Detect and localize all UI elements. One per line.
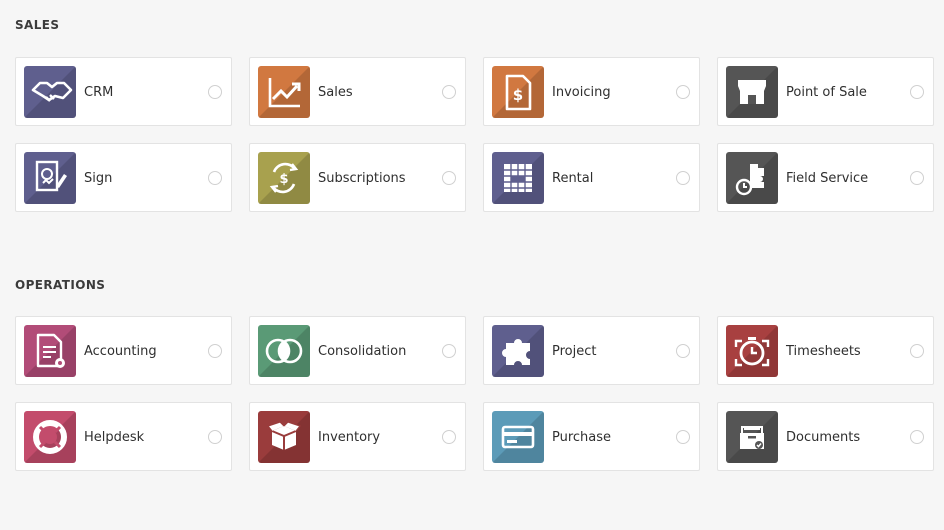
select-radio[interactable] xyxy=(442,171,456,185)
app-card-project[interactable]: Project xyxy=(483,316,700,385)
app-card-point-of-sale[interactable]: Point of Sale xyxy=(717,57,934,126)
app-card-helpdesk[interactable]: Helpdesk xyxy=(15,402,232,471)
app-label: Sales xyxy=(318,85,353,100)
app-label: Rental xyxy=(552,171,594,186)
select-radio[interactable] xyxy=(442,85,456,99)
app-card-accounting[interactable]: Accounting xyxy=(15,316,232,385)
handshake-icon xyxy=(24,66,76,118)
app-label: Helpdesk xyxy=(84,430,145,445)
box-icon xyxy=(258,411,310,463)
app-label: Documents xyxy=(786,430,861,445)
app-label: Subscriptions xyxy=(318,171,406,186)
select-radio[interactable] xyxy=(676,85,690,99)
app-card-documents[interactable]: Documents xyxy=(717,402,934,471)
select-radio[interactable] xyxy=(910,344,924,358)
select-radio[interactable] xyxy=(208,430,222,444)
rental-grid-icon xyxy=(492,152,544,204)
puzzle-icon xyxy=(492,325,544,377)
app-card-sign[interactable]: Sign xyxy=(15,143,232,212)
select-radio[interactable] xyxy=(910,430,924,444)
field-service-icon xyxy=(726,152,778,204)
app-label: Field Service xyxy=(786,171,869,186)
stopwatch-icon xyxy=(726,325,778,377)
svg-text:$: $ xyxy=(513,86,523,104)
app-label: Consolidation xyxy=(318,344,407,359)
select-radio[interactable] xyxy=(910,171,924,185)
app-card-timesheets[interactable]: Timesheets xyxy=(717,316,934,385)
document-tray-icon xyxy=(726,411,778,463)
trend-chart-icon xyxy=(258,66,310,118)
app-card-inventory[interactable]: Inventory xyxy=(249,402,466,471)
app-label: Invoicing xyxy=(552,85,611,100)
select-radio[interactable] xyxy=(208,344,222,358)
app-label: CRM xyxy=(84,85,114,100)
app-card-consolidation[interactable]: Consolidation xyxy=(249,316,466,385)
credit-card-icon xyxy=(492,411,544,463)
svg-text:$: $ xyxy=(279,172,288,187)
app-label: Point of Sale xyxy=(786,85,867,100)
select-radio[interactable] xyxy=(910,85,924,99)
app-label: Inventory xyxy=(318,430,381,445)
app-card-purchase[interactable]: Purchase xyxy=(483,402,700,471)
store-icon xyxy=(726,66,778,118)
select-radio[interactable] xyxy=(208,85,222,99)
select-radio[interactable] xyxy=(676,171,690,185)
select-radio[interactable] xyxy=(208,171,222,185)
app-card-field-service[interactable]: Field Service xyxy=(717,143,934,212)
app-label: Sign xyxy=(84,171,113,186)
app-card-rental[interactable]: Rental xyxy=(483,143,700,212)
select-radio[interactable] xyxy=(442,344,456,358)
select-radio[interactable] xyxy=(676,430,690,444)
app-card-invoicing[interactable]: $ Invoicing xyxy=(483,57,700,126)
app-label: Purchase xyxy=(552,430,612,445)
select-radio[interactable] xyxy=(676,344,690,358)
app-card-crm[interactable]: CRM xyxy=(15,57,232,126)
overlap-circles-icon xyxy=(258,325,310,377)
invoice-dollar-icon: $ xyxy=(492,66,544,118)
recurring-dollar-icon: $ xyxy=(258,152,310,204)
app-label: Timesheets xyxy=(786,344,861,359)
sign-document-icon xyxy=(24,152,76,204)
select-radio[interactable] xyxy=(442,430,456,444)
app-label: Project xyxy=(552,344,597,359)
app-label: Accounting xyxy=(84,344,157,359)
section-title-operations: OPERATIONS xyxy=(15,278,106,292)
accounting-document-icon xyxy=(24,325,76,377)
app-card-sales[interactable]: Sales xyxy=(249,57,466,126)
lifebuoy-icon xyxy=(24,411,76,463)
app-card-subscriptions[interactable]: $ Subscriptions xyxy=(249,143,466,212)
section-title-sales: SALES xyxy=(15,18,60,32)
